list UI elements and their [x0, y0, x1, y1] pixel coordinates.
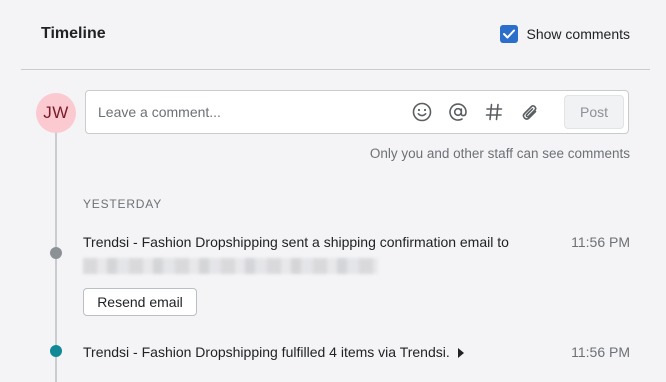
- post-button[interactable]: Post: [564, 95, 624, 129]
- event-text: Trendsi - Fashion Dropshipping fulfilled…: [83, 344, 450, 360]
- show-comments-label: Show comments: [526, 26, 630, 42]
- redacted-email: [83, 258, 378, 274]
- timeline-title: Timeline: [41, 25, 106, 42]
- show-comments-toggle[interactable]: Show comments: [499, 25, 630, 43]
- timeline-dot: [50, 247, 62, 259]
- event-time: 11:56 PM: [571, 234, 630, 250]
- resend-email-button[interactable]: Resend email: [83, 288, 197, 316]
- staff-visibility-note: Only you and other staff can see comment…: [369, 146, 630, 161]
- event-time: 11:56 PM: [571, 344, 630, 360]
- header-divider: [21, 69, 650, 70]
- comment-input[interactable]: [86, 91, 404, 133]
- hashtag-icon[interactable]: [482, 100, 506, 124]
- day-label: YESTERDAY: [83, 197, 162, 211]
- expand-caret-icon[interactable]: [457, 348, 464, 359]
- avatar: JW: [36, 93, 76, 133]
- event-row[interactable]: Trendsi - Fashion Dropshipping fulfilled…: [83, 344, 464, 360]
- mention-icon[interactable]: [446, 100, 470, 124]
- event-text: Trendsi - Fashion Dropshipping sent a sh…: [83, 234, 509, 250]
- emoji-icon[interactable]: [410, 100, 434, 124]
- comment-composer: Post: [85, 90, 629, 134]
- attach-icon[interactable]: [518, 100, 542, 124]
- checkbox-checked-icon[interactable]: [499, 25, 518, 43]
- timeline-dot: [50, 345, 62, 357]
